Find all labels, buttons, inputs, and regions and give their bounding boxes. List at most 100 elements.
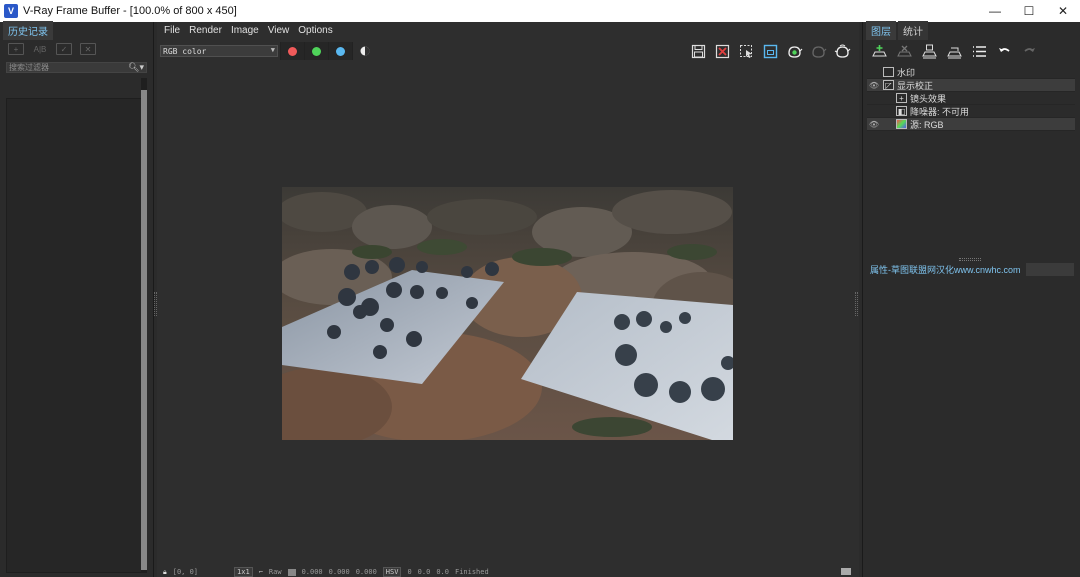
layer-display-correction[interactable]: 👁︎ ◸ 显示校正	[867, 79, 1075, 92]
chevron-down-icon: ▼	[270, 46, 275, 54]
layer-denoiser[interactable]: ◧ 降噪器: 不可用	[867, 105, 1075, 118]
vray-logo-icon: V	[4, 4, 18, 18]
lock-icon[interactable]: 🔒︎	[163, 568, 167, 577]
save-to-history-icon[interactable]: +	[8, 43, 24, 55]
stop-render-icon[interactable]	[810, 43, 827, 59]
filter-placeholder: 搜索过滤器	[9, 63, 49, 72]
save-layers-icon[interactable]	[921, 43, 938, 59]
layer-label: 源: RGB	[910, 119, 944, 130]
properties-field[interactable]	[1026, 262, 1074, 276]
value-h: 0	[407, 568, 412, 576]
value-s: 0.0	[417, 568, 431, 576]
tab-layers[interactable]: 图层	[866, 20, 896, 40]
log-menu-icon[interactable]	[841, 568, 851, 575]
eye-icon[interactable]: 👁︎	[867, 81, 881, 90]
clear-image-icon[interactable]	[714, 43, 731, 59]
list-menu-icon[interactable]	[971, 43, 988, 59]
render-teapot-icon[interactable]	[786, 43, 803, 59]
close-button[interactable]: ✕	[1046, 0, 1080, 22]
layers-tree: 水印 👁︎ ◸ 显示校正 + 镜头效果 ◧ 降噪器: 不可用 👁︎ 源: RGB	[867, 66, 1075, 131]
minimize-button[interactable]: —	[978, 0, 1012, 22]
zoom-select[interactable]: 1x1	[234, 567, 253, 577]
properties-splitter-handle[interactable]	[959, 258, 981, 261]
layer-watermark[interactable]: 水印	[867, 66, 1075, 79]
history-list[interactable]	[6, 98, 142, 573]
mono-icon	[360, 46, 369, 56]
history-scrollbar[interactable]	[141, 78, 147, 573]
menu-render[interactable]: Render	[189, 25, 222, 36]
mono-channel-button[interactable]	[352, 42, 376, 60]
properties-label: 属性-草图联盟网汉化www.cnwhc.com	[870, 264, 1021, 275]
tab-history[interactable]: 历史记录	[3, 20, 53, 40]
blue-dot-icon	[336, 46, 345, 56]
redo-icon[interactable]	[1021, 43, 1038, 59]
right-splitter-handle[interactable]	[855, 292, 858, 316]
denoiser-icon: ◧	[896, 106, 907, 116]
menu-options[interactable]: Options	[298, 25, 332, 36]
value-r: 0.000	[301, 568, 323, 576]
maximize-button[interactable]: ☐	[1012, 0, 1046, 22]
color-space-select[interactable]: HSV	[382, 567, 402, 577]
add-layer-icon[interactable]	[871, 43, 888, 59]
ab-compare-icon[interactable]: A|B	[32, 43, 48, 55]
load-layers-icon[interactable]	[946, 43, 963, 59]
scrollbar-thumb[interactable]	[141, 90, 147, 570]
viewer-toolbar: RGB color ▼	[157, 42, 859, 60]
layer-label: 镜头效果	[910, 93, 947, 104]
interactive-render-icon[interactable]	[834, 43, 851, 59]
undo-icon[interactable]	[996, 43, 1013, 59]
raw-mode[interactable]: Raw	[269, 568, 282, 576]
layer-label: 降噪器: 不可用	[910, 106, 970, 117]
blue-channel-button[interactable]	[328, 42, 352, 60]
menu-file[interactable]: File	[164, 25, 180, 36]
layer-label: 显示校正	[897, 80, 934, 91]
value-b: 0.000	[355, 568, 377, 576]
menu-bar: File Render Image View Options	[157, 22, 859, 39]
channel-select[interactable]: RGB color ▼	[160, 45, 278, 57]
load-history-icon[interactable]: ✓	[56, 43, 72, 55]
layer-source-rgb[interactable]: 👁︎ 源: RGB	[867, 118, 1075, 131]
green-dot-icon	[312, 46, 321, 56]
value-v: 0.0	[436, 568, 449, 576]
red-channel-button[interactable]	[280, 42, 304, 60]
layer-lens-effects[interactable]: + 镜头效果	[867, 92, 1075, 105]
menu-view[interactable]: View	[268, 25, 290, 36]
viewer-area: File Render Image View Options RGB color…	[157, 22, 859, 577]
lens-effects-icon: +	[896, 93, 907, 103]
red-dot-icon	[288, 46, 297, 56]
status-bar: 🔒︎ [0, 0] 1x1 ⌐ Raw 0.000 0.000 0.000 HS…	[157, 567, 859, 577]
source-rgb-icon	[896, 119, 907, 129]
save-image-icon[interactable]	[690, 43, 707, 59]
search-icon[interactable]: 🔍︎▾	[128, 62, 144, 73]
layers-panel: 图层 统计 水印 👁︎ ◸ 显示校正 + 镜头效果 ◧ 降噪器: 不可用 👁︎ …	[862, 20, 1080, 577]
display-correction-icon: ◸	[883, 80, 894, 90]
follow-mouse-icon[interactable]	[762, 43, 779, 59]
pixel-coords: [0, 0]	[172, 568, 199, 576]
color-swatch	[287, 568, 296, 576]
eye-icon[interactable]: 👁︎	[867, 120, 881, 129]
tab-stats[interactable]: 统计	[898, 20, 928, 40]
watermark-icon	[883, 67, 894, 77]
menu-image[interactable]: Image	[231, 25, 259, 36]
viewer-tools	[690, 42, 851, 60]
window-title: V-Ray Frame Buffer - [100.0% of 800 x 45…	[23, 5, 237, 17]
rendered-image[interactable]	[282, 187, 733, 440]
properties-header: 属性-草图联盟网汉化www.cnwhc.com	[865, 262, 1077, 276]
green-channel-button[interactable]	[304, 42, 328, 60]
render-image-svg	[282, 187, 733, 440]
history-filter-input[interactable]: 搜索过滤器 🔍︎▾	[6, 62, 147, 73]
channel-select-value: RGB color	[163, 46, 207, 56]
right-tabs: 图层 统计	[863, 20, 1080, 40]
window-controls: — ☐ ✕	[978, 0, 1080, 22]
history-panel: 历史记录 + A|B ✓ ✕ 搜索过滤器 🔍︎▾	[0, 20, 154, 577]
history-toolbar: + A|B ✓ ✕	[0, 38, 153, 60]
region-render-icon[interactable]	[738, 43, 755, 59]
layers-toolbar	[863, 38, 1080, 64]
title-bar: V V-Ray Frame Buffer - [100.0% of 800 x …	[0, 0, 1080, 22]
delete-layer-icon[interactable]	[896, 43, 913, 59]
layer-label: 水印	[897, 67, 916, 78]
value-g: 0.000	[328, 568, 350, 576]
curve-icon[interactable]: ⌐	[259, 568, 263, 576]
render-state: Finished	[454, 568, 489, 576]
remove-history-icon[interactable]: ✕	[80, 43, 96, 55]
